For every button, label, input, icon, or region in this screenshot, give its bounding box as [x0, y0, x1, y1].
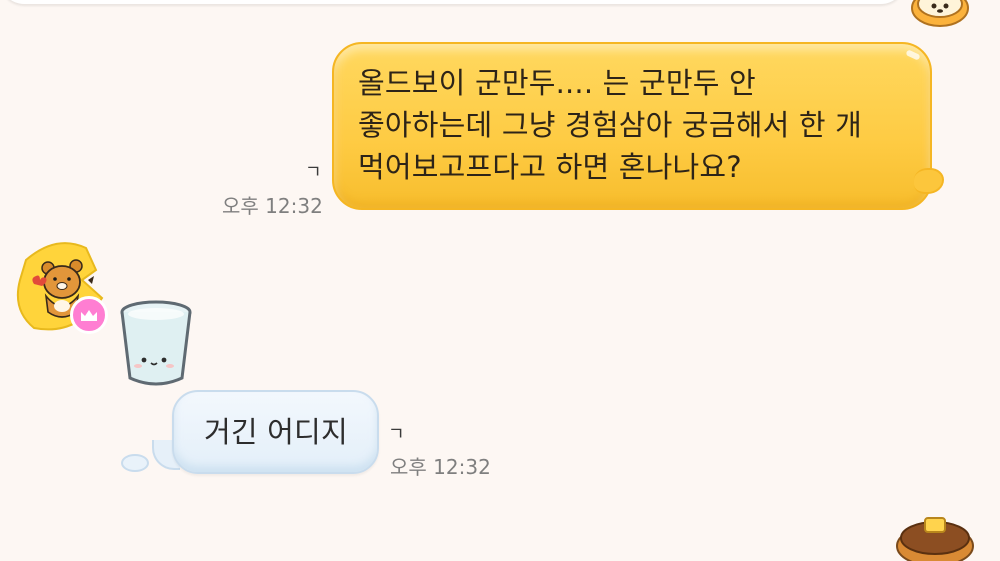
- unread-indicator: ㄱ: [305, 162, 322, 183]
- previous-message-bubble: [0, 0, 905, 4]
- message-timestamp: 오후 12:32: [390, 455, 491, 479]
- water-cup-sticker-icon[interactable]: [116, 300, 198, 388]
- pancake-sticker-icon: [911, 0, 969, 27]
- bubble-drip: [914, 168, 944, 194]
- outgoing-message-bubble[interactable]: 올드보이 군만두.... 는 군만두 안 좋아하는데 그냥 경험삼아 궁금해서 …: [332, 42, 944, 210]
- bubble-drop: [121, 454, 149, 472]
- message-text: 올드보이 군만두.... 는 군만두 안 좋아하는데 그냥 경험삼아 궁금해서 …: [358, 66, 863, 184]
- message-text: 거긴 어디지: [204, 415, 348, 449]
- incoming-message-bubble[interactable]: 거긴 어디지: [172, 390, 379, 474]
- message-timestamp: 오후 12:32: [222, 194, 323, 218]
- crown-badge: [70, 296, 108, 334]
- bubble-shine: [905, 49, 921, 61]
- crown-icon: [81, 310, 97, 321]
- unread-indicator: ㄱ: [388, 424, 405, 445]
- pancake-sticker-icon: [896, 517, 974, 561]
